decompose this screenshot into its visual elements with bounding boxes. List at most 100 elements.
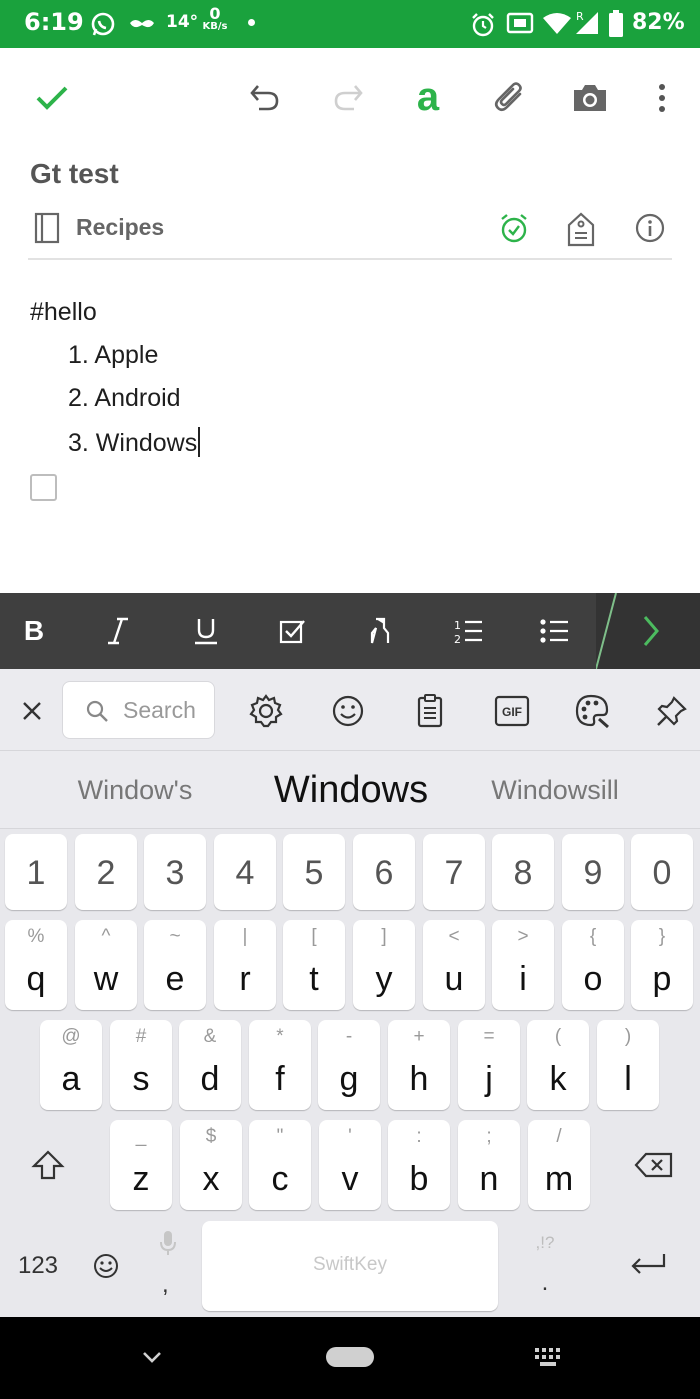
backspace-key[interactable] (612, 1120, 696, 1210)
nav-home-button[interactable] (326, 1347, 374, 1367)
key-p[interactable]: } p (631, 920, 693, 1010)
more-options-button[interactable] (642, 78, 682, 118)
key-alt-label: % (27, 926, 45, 947)
system-nav-bar (0, 1317, 700, 1399)
reminder-button[interactable] (498, 212, 530, 244)
key-u[interactable]: < u (423, 920, 485, 1010)
keyboard-gif-button[interactable]: GIF (492, 691, 532, 731)
key-m[interactable]: / m (528, 1120, 590, 1210)
info-button[interactable] (634, 212, 666, 244)
notebook-name[interactable]: Recipes (76, 214, 164, 241)
keyboard-clipboard-button[interactable] (410, 691, 450, 731)
key-label: s (132, 1060, 150, 1098)
key-alt-label: ' (348, 1126, 352, 1147)
emoji-key[interactable] (80, 1221, 132, 1311)
key-j[interactable]: = j (458, 1020, 520, 1110)
tag-button[interactable] (566, 212, 596, 248)
text-format-icon: a (417, 78, 440, 118)
key-z[interactable]: _ z (110, 1120, 172, 1210)
key-r[interactable]: | r (214, 920, 276, 1010)
key-q[interactable]: % q (5, 920, 67, 1010)
highlight-button[interactable] (362, 613, 398, 649)
key-v[interactable]: ' v (319, 1120, 381, 1210)
list-item-current[interactable]: 3. Windows (68, 427, 201, 458)
key-d[interactable]: & d (179, 1020, 241, 1110)
comma-key[interactable]: , (140, 1221, 196, 1311)
note-title[interactable]: Gt test (30, 158, 119, 190)
key-1[interactable]: 1 (5, 834, 67, 910)
shift-key[interactable] (8, 1120, 88, 1210)
keyboard-search-box[interactable]: Search (62, 681, 215, 739)
bold-button[interactable]: B (16, 613, 52, 649)
key-l[interactable]: ) l (597, 1020, 659, 1110)
note-editor[interactable]: #hello 1. Apple 2. Android 3. Windows (0, 290, 700, 590)
key-8[interactable]: 8 (492, 834, 554, 910)
key-k[interactable]: (k (527, 1020, 589, 1110)
key-2[interactable]: 2 (75, 834, 137, 910)
key-label: 2 (96, 854, 116, 892)
undo-button[interactable] (245, 78, 285, 118)
key-y[interactable]: ] y (353, 920, 415, 1010)
key-t[interactable]: [t (283, 920, 345, 1010)
key-5[interactable]: 5 (283, 834, 345, 910)
keyboard-themes-button[interactable] (572, 691, 612, 731)
network-speed: 0 KB/s (200, 6, 230, 32)
space-key[interactable]: SwiftKey (202, 1221, 498, 1311)
key-i[interactable]: > i (492, 920, 554, 1010)
keyboard-emoji-button[interactable] (328, 691, 368, 731)
period-key-sub: ,!? (535, 1233, 555, 1252)
key-label: g (339, 1060, 359, 1098)
done-button[interactable] (32, 78, 72, 118)
period-key[interactable]: ,!? . (510, 1221, 580, 1311)
note-hashtag[interactable]: #hello (30, 298, 97, 327)
underline-button[interactable] (188, 613, 224, 649)
keyboard-settings-button[interactable] (246, 691, 286, 731)
key-c[interactable]: " c (249, 1120, 311, 1210)
suggestion-center[interactable]: Windows (236, 751, 466, 829)
format-text-button[interactable]: a (408, 78, 448, 118)
numbered-list-button[interactable]: 12 (450, 613, 486, 649)
nav-keyboard-switch-button[interactable] (534, 1347, 562, 1367)
suggestion-right[interactable]: Windowsill (470, 751, 640, 829)
numbers-key[interactable]: 123 (8, 1221, 68, 1311)
key-7[interactable]: 7 (423, 834, 485, 910)
key-4[interactable]: 4 (214, 834, 276, 910)
list-item[interactable]: 2. Android (68, 384, 181, 413)
checkbox-button[interactable] (274, 613, 310, 649)
italic-button[interactable] (100, 613, 136, 649)
key-o[interactable]: {o (562, 920, 624, 1010)
key-g[interactable]: -g (318, 1020, 380, 1110)
key-label: y (375, 960, 393, 998)
key-a[interactable]: @ a (40, 1020, 102, 1110)
key-9[interactable]: 9 (562, 834, 624, 910)
list-item[interactable]: 1. Apple (68, 341, 158, 370)
key-s[interactable]: # s (110, 1020, 172, 1110)
search-placeholder: Search (123, 697, 196, 723)
camera-button[interactable] (570, 78, 610, 118)
notebook-icon[interactable] (34, 212, 60, 244)
key-0[interactable]: 0 (631, 834, 693, 910)
highlighter-icon (370, 617, 390, 644)
key-f[interactable]: * f (249, 1020, 311, 1110)
keyboard-pin-button[interactable] (652, 691, 692, 731)
pin-icon (657, 696, 687, 726)
key-h[interactable]: + h (388, 1020, 450, 1110)
key-alt-label: ~ (169, 926, 181, 947)
battery-percent: 82% (632, 10, 685, 35)
key-b[interactable]: :b (388, 1120, 450, 1210)
redo-button[interactable] (328, 78, 368, 118)
keyboard-close-button[interactable] (12, 691, 52, 731)
attach-button[interactable] (490, 78, 530, 118)
format-bar-more[interactable] (596, 593, 700, 669)
key-3[interactable]: 3 (144, 834, 206, 910)
key-6[interactable]: 6 (353, 834, 415, 910)
checkbox[interactable] (30, 474, 57, 501)
suggestion-left[interactable]: Window's (40, 751, 230, 829)
bullet-list-button[interactable] (536, 613, 572, 649)
key-n[interactable]: ; n (458, 1120, 520, 1210)
nav-back-button[interactable] (140, 1345, 164, 1369)
key-w[interactable]: ^ w (75, 920, 137, 1010)
key-e[interactable]: ~ e (144, 920, 206, 1010)
key-x[interactable]: $ x (180, 1120, 242, 1210)
enter-key[interactable] (606, 1221, 690, 1311)
